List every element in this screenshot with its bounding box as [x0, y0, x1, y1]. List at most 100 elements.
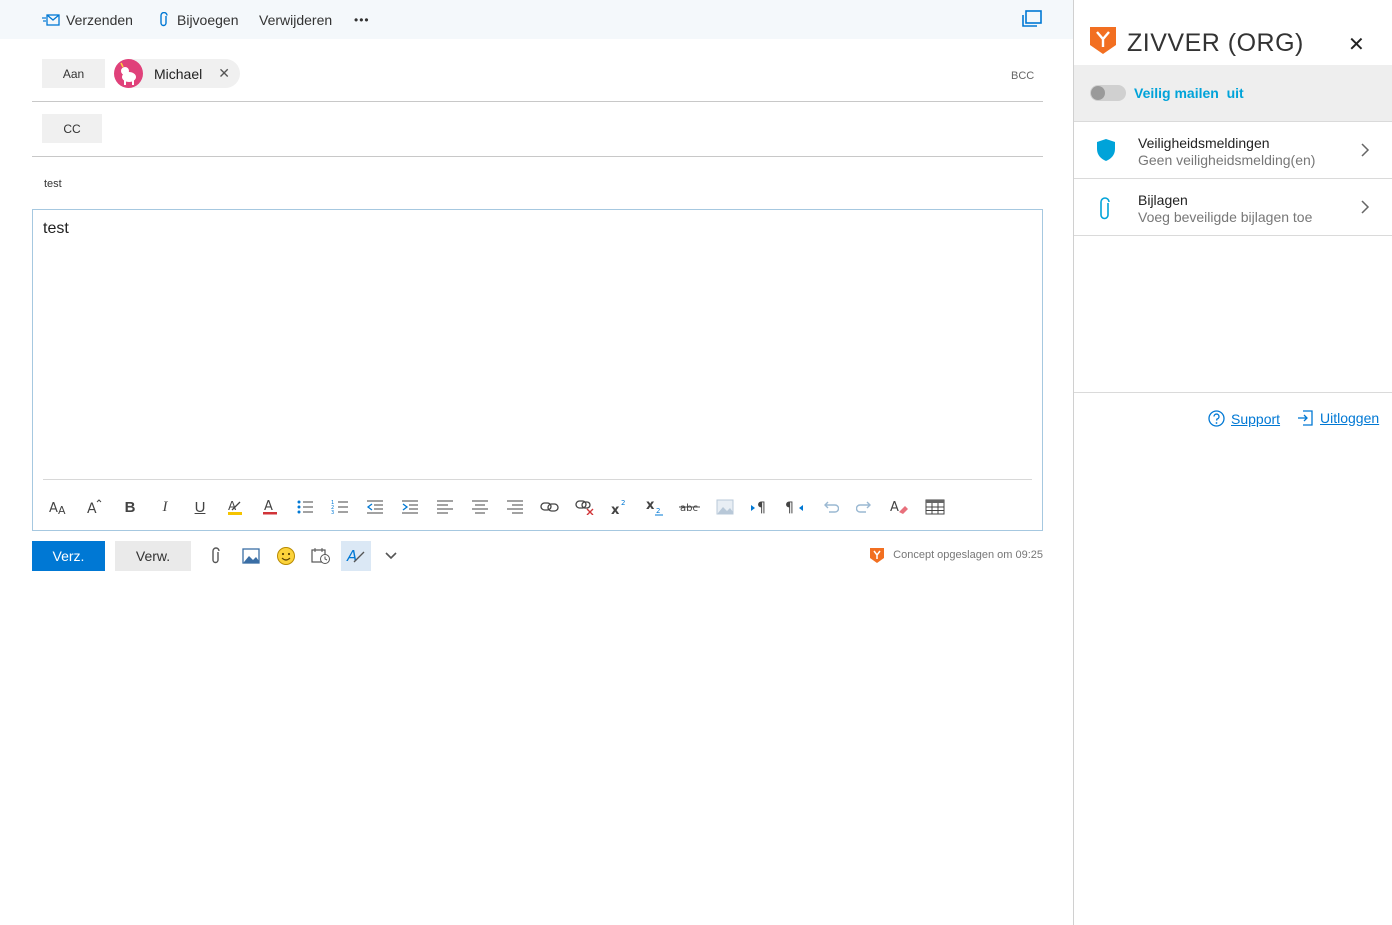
- security-notifications-title: Veiligheidsmeldingen: [1138, 135, 1270, 151]
- numbered-list-icon[interactable]: 123: [327, 493, 353, 521]
- unicorn-icon: [119, 62, 136, 85]
- help-icon: [1208, 410, 1225, 427]
- increase-indent-icon[interactable]: [397, 493, 423, 521]
- attachments-subtitle: Voeg beveiligde bijlagen toe: [1138, 209, 1313, 225]
- ltr-icon[interactable]: ¶: [747, 493, 773, 521]
- secure-mail-state: uit: [1226, 85, 1244, 101]
- paperclip-icon: [1100, 197, 1110, 220]
- decrease-indent-icon[interactable]: [362, 493, 388, 521]
- emoji-icon[interactable]: [271, 541, 301, 571]
- attach-icon[interactable]: [201, 541, 231, 571]
- svg-text:x: x: [646, 498, 655, 513]
- attach-label: Bijvoegen: [177, 11, 239, 28]
- svg-text:¶: ¶: [785, 500, 794, 515]
- bold-icon[interactable]: B: [117, 493, 143, 521]
- security-notifications-subtitle: Geen veiligheidsmelding(en): [1138, 152, 1316, 168]
- more-options-button[interactable]: •••: [354, 0, 370, 39]
- insert-link-icon[interactable]: [537, 493, 563, 521]
- chevron-right-icon: [1361, 143, 1370, 157]
- send-command[interactable]: Verzenden: [42, 0, 133, 39]
- toggle-knob: [1091, 86, 1105, 100]
- schedule-icon[interactable]: [306, 541, 336, 571]
- message-body[interactable]: test: [43, 220, 69, 238]
- logout-label: Uitloggen: [1320, 410, 1380, 426]
- svg-text:A: A: [346, 547, 357, 565]
- svg-text:2: 2: [621, 499, 625, 507]
- toolbar-divider: [43, 479, 1032, 480]
- send-button[interactable]: Verz.: [32, 541, 105, 571]
- font-size-icon[interactable]: A: [81, 493, 107, 521]
- formatting-toolbar: AA A B I U A A 123 x2 x2 abc ¶ ¶ A: [33, 493, 1044, 521]
- secure-mail-label: Veilig mailen uit: [1134, 85, 1244, 101]
- zivver-panel: ZIVVER (ORG) ✕ Veilig mailen uit Veiligh…: [1073, 0, 1392, 925]
- remove-link-icon[interactable]: [572, 493, 598, 521]
- support-label: Support: [1231, 410, 1281, 427]
- remove-recipient-icon[interactable]: ✕: [218, 65, 230, 82]
- popout-icon[interactable]: [1021, 9, 1043, 29]
- svg-text:A: A: [49, 501, 58, 516]
- secure-mail-toggle[interactable]: [1090, 85, 1126, 101]
- secure-mail-text: Veilig mailen: [1134, 85, 1219, 101]
- discard-button[interactable]: Verw.: [115, 541, 191, 571]
- recipient-chip[interactable]: Michael ✕: [114, 59, 240, 88]
- chevron-down-icon[interactable]: [376, 541, 406, 571]
- recipient-name: Michael: [154, 65, 203, 82]
- bcc-button[interactable]: BCC: [1011, 70, 1034, 82]
- attachments-title: Bijlagen: [1138, 192, 1188, 208]
- avatar: [114, 59, 143, 88]
- close-icon[interactable]: ✕: [1348, 32, 1365, 57]
- cc-row: [32, 102, 1043, 157]
- superscript-icon[interactable]: x2: [607, 493, 633, 521]
- format-text-icon[interactable]: A: [341, 541, 371, 571]
- svg-text:3: 3: [331, 510, 334, 515]
- bullet-list-icon[interactable]: [292, 493, 318, 521]
- security-notifications-item[interactable]: Veiligheidsmeldingen Geen veiligheidsmel…: [1074, 122, 1392, 179]
- paperclip-icon: [160, 11, 168, 26]
- align-center-icon[interactable]: [467, 493, 493, 521]
- svg-text:x: x: [611, 503, 620, 516]
- svg-text:A: A: [87, 501, 97, 516]
- align-right-icon[interactable]: [502, 493, 528, 521]
- picture-icon[interactable]: [236, 541, 266, 571]
- font-color-icon[interactable]: A: [257, 493, 283, 521]
- svg-text:¶: ¶: [757, 500, 766, 515]
- italic-icon[interactable]: I: [152, 493, 178, 521]
- undo-icon[interactable]: [817, 493, 843, 521]
- insert-image-icon[interactable]: [712, 493, 738, 521]
- attachments-item[interactable]: Bijlagen Voeg beveiligde bijlagen toe: [1074, 179, 1392, 236]
- action-bar: Verz. Verw. A Concept opgeslagen om 09:2…: [32, 541, 1043, 571]
- underline-icon[interactable]: U: [187, 493, 213, 521]
- message-editor[interactable]: test AA A B I U A A 123 x2 x2 abc ¶ ¶ A: [32, 209, 1043, 531]
- discard-command[interactable]: Verwijderen: [259, 0, 332, 39]
- align-left-icon[interactable]: [432, 493, 458, 521]
- to-button[interactable]: Aan: [42, 59, 105, 88]
- redo-icon[interactable]: [852, 493, 878, 521]
- highlight-icon[interactable]: A: [222, 493, 248, 521]
- zivver-logo-icon: [1090, 27, 1116, 54]
- support-link[interactable]: Support: [1208, 410, 1280, 427]
- secure-mail-row: Veilig mailen uit: [1074, 65, 1392, 122]
- insert-table-icon[interactable]: [922, 493, 948, 521]
- svg-text:abc: abc: [680, 503, 698, 514]
- to-label: Aan: [62, 66, 85, 81]
- attach-command[interactable]: Bijvoegen: [157, 0, 239, 39]
- chevron-right-icon: [1361, 200, 1370, 214]
- send-label: Verzenden: [66, 11, 133, 28]
- font-icon[interactable]: AA: [46, 493, 72, 521]
- compose-pane: Verzenden Bijvoegen Verwijderen ••• Aan: [0, 0, 1073, 925]
- cc-label: CC: [63, 121, 81, 136]
- strikethrough-icon[interactable]: abc: [677, 493, 703, 521]
- logout-icon: [1298, 410, 1313, 426]
- clear-formatting-icon[interactable]: A: [887, 493, 913, 521]
- rtl-icon[interactable]: ¶: [782, 493, 808, 521]
- saved-status: Concept opgeslagen om 09:25: [893, 549, 1043, 561]
- panel-title: ZIVVER (ORG): [1127, 29, 1304, 57]
- subject-field[interactable]: test: [44, 178, 62, 190]
- subscript-icon[interactable]: x2: [642, 493, 668, 521]
- send-icon: [42, 13, 60, 26]
- cc-button[interactable]: CC: [42, 114, 102, 143]
- more-label: •••: [354, 12, 370, 27]
- command-bar: Verzenden Bijvoegen Verwijderen •••: [0, 0, 1073, 39]
- logout-link[interactable]: Uitloggen: [1297, 410, 1379, 426]
- panel-divider: [1074, 392, 1392, 393]
